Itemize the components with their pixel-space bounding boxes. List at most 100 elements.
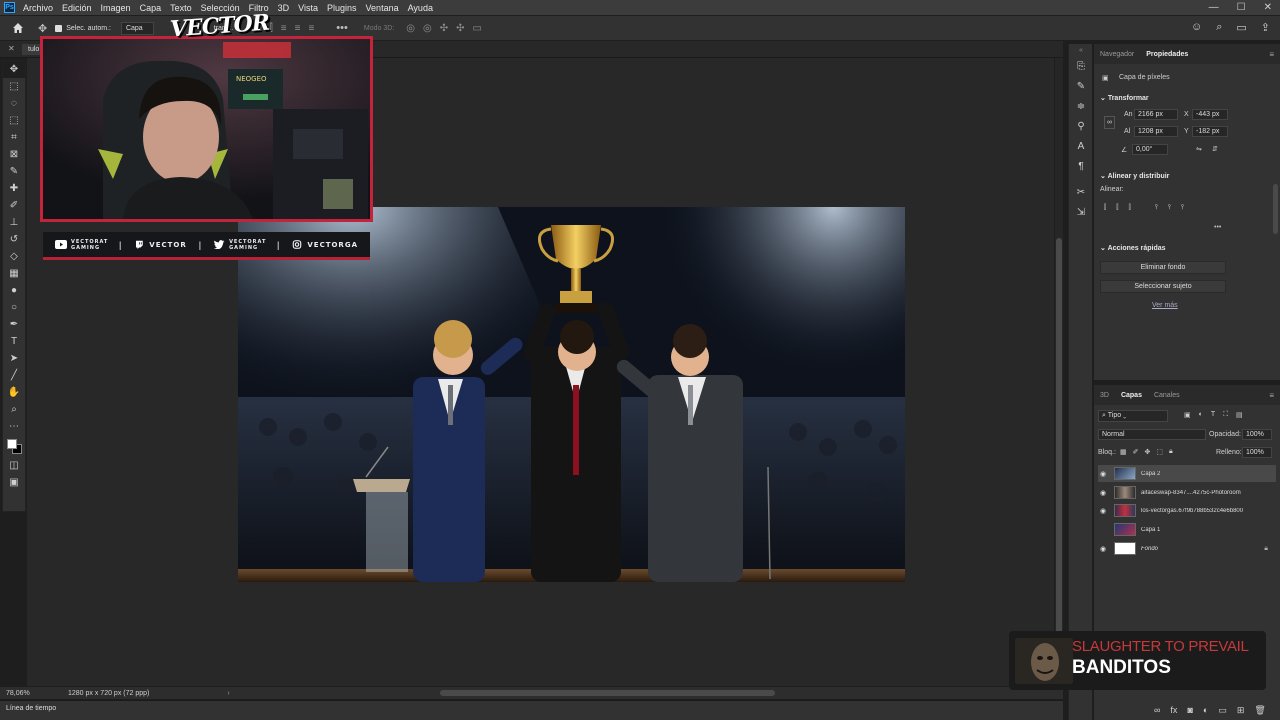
cloud-share-icon[interactable]: ⇪ — [1261, 21, 1270, 34]
tab-navegador[interactable]: Navegador — [1094, 51, 1140, 58]
layers-menu-icon[interactable]: ≡ — [1269, 391, 1274, 400]
remove-background-button[interactable]: Eliminar fondo — [1100, 261, 1226, 274]
blur-tool-icon[interactable]: ● — [3, 282, 25, 299]
tab-propiedades[interactable]: Propiedades — [1140, 51, 1194, 58]
pen-tool-icon[interactable]: ✒ — [3, 316, 25, 333]
tab-3d[interactable]: 3D — [1094, 392, 1115, 399]
layer-style-icon[interactable]: fx — [1170, 705, 1177, 716]
color-swatches[interactable] — [3, 435, 25, 457]
menu-capa[interactable]: Capa — [140, 3, 162, 13]
layer-row-aifaceswap[interactable]: ◉ aifaceswap-8347....4275c-Photoroom — [1098, 484, 1276, 501]
lock-all-icon[interactable]: 🔒︎ — [1169, 448, 1173, 456]
crop-tool-icon[interactable]: ⌗ — [3, 129, 25, 146]
eyedropper-tool-icon[interactable]: ✎ — [3, 163, 25, 180]
layer-filter-dropdown[interactable]: ⌕ Tipo ⌄ — [1098, 410, 1168, 422]
align-top-edges-icon[interactable]: ⫯ — [1155, 204, 1158, 212]
lock-transparent-icon[interactable]: ▦ — [1120, 448, 1127, 456]
frame-tool-icon[interactable]: ⊠ — [3, 146, 25, 163]
canvas-image[interactable] — [238, 207, 905, 582]
type-tool-icon[interactable]: T — [3, 333, 25, 350]
share-icon[interactable]: ☺ — [1191, 21, 1202, 34]
visibility-eye-icon[interactable]: ◉ — [1098, 489, 1108, 497]
horizontal-scrollbar[interactable] — [200, 690, 1040, 696]
angle-field[interactable]: 0,00° — [1132, 144, 1168, 155]
align-left-edges-icon[interactable]: ⫿ — [1104, 204, 1106, 212]
filter-adjustment-icon[interactable]: ◐ — [1199, 411, 1203, 419]
roll-3d-icon[interactable]: ◎ — [423, 23, 432, 34]
flip-vertical-icon[interactable]: ⇵ — [1212, 145, 1218, 153]
more-tools-icon[interactable]: ⋯ — [3, 418, 25, 435]
align-h-centers-icon[interactable]: ⫿ — [1116, 204, 1118, 212]
clone-stamp-icon[interactable]: ⊥ — [3, 214, 25, 231]
scale-3d-icon[interactable]: ▭ — [472, 23, 481, 34]
align-right-icon[interactable]: ⫿ — [270, 23, 273, 34]
menu-vista[interactable]: Vista — [298, 3, 318, 13]
filter-shape-icon[interactable]: ⛶ — [1223, 411, 1228, 419]
export-icon[interactable]: ⇲ — [1069, 202, 1093, 222]
healing-brush-icon[interactable]: ✚ — [3, 180, 25, 197]
align-bottom-edges-icon[interactable]: ⫯ — [1181, 204, 1184, 212]
lock-artboard-icon[interactable]: ⬚ — [1156, 448, 1163, 456]
layer-row-capa-2[interactable]: ◉ Capa 2 — [1098, 465, 1276, 482]
timeline-tab[interactable]: Línea de tiempo — [6, 705, 56, 712]
flip-horizontal-icon[interactable]: ⇋ — [1196, 145, 1202, 153]
layer-row-los-vectorgas[interactable]: ◉ los-vectorgas.67f9b788b532c4e6b800 — [1098, 502, 1276, 519]
zoom-level[interactable]: 78,06% — [6, 690, 46, 697]
x-field[interactable]: -443 px — [1192, 109, 1228, 120]
visibility-eye-icon[interactable]: ◉ — [1098, 526, 1108, 534]
menu-imagen[interactable]: Imagen — [101, 3, 131, 13]
group-icon[interactable]: ▭ — [1218, 705, 1227, 716]
visibility-eye-icon[interactable]: ◉ — [1098, 545, 1108, 553]
lock-image-icon[interactable]: ✐ — [1133, 448, 1139, 456]
lock-position-icon[interactable]: ✥ — [1145, 448, 1151, 456]
foreground-color-swatch[interactable] — [7, 439, 17, 449]
workspace-icon[interactable]: ▭ — [1236, 21, 1246, 34]
more-align-icon[interactable]: ••• — [1214, 224, 1221, 231]
search-icon[interactable]: ⌕ — [1216, 21, 1222, 34]
menu-archivo[interactable]: Archivo — [23, 3, 53, 13]
gradient-tool-icon[interactable]: ▦ — [3, 265, 25, 282]
hand-tool-icon[interactable]: ✋ — [3, 384, 25, 401]
adjustment-layer-icon[interactable]: ◐ — [1203, 705, 1208, 716]
tab-capas[interactable]: Capas — [1115, 392, 1148, 399]
menu-plugins[interactable]: Plugins — [327, 3, 357, 13]
zoom-tool-icon[interactable]: ⌕ — [3, 401, 25, 418]
align-v-centers-icon[interactable]: ⫯ — [1168, 204, 1171, 212]
more-options-icon[interactable]: ••• — [336, 22, 348, 34]
menu-3d[interactable]: 3D — [278, 3, 290, 13]
tool-presets-icon[interactable]: ✂ — [1069, 182, 1093, 202]
opacity-field[interactable]: 100% — [1242, 429, 1272, 440]
quick-mask-icon[interactable]: ◫ — [3, 457, 25, 474]
align-section[interactable]: ⌄ Alinear y distribuir — [1100, 172, 1169, 180]
visibility-eye-icon[interactable]: ◉ — [1098, 470, 1108, 478]
brush-tool-icon[interactable]: ✐ — [3, 197, 25, 214]
height-field[interactable]: 1208 px — [1134, 126, 1178, 137]
minimize-icon[interactable]: — — [1209, 2, 1219, 13]
vertical-scrollbar[interactable] — [1055, 58, 1063, 686]
close-icon[interactable]: ✕ — [1264, 2, 1272, 13]
add-mask-icon[interactable]: ◙ — [1187, 705, 1192, 716]
blend-mode-dropdown[interactable]: Normal — [1098, 429, 1206, 440]
line-tool-icon[interactable]: ╱ — [3, 367, 25, 384]
link-layers-icon[interactable]: ∞ — [1154, 705, 1160, 716]
object-select-tool-icon[interactable]: ⬚ — [3, 112, 25, 129]
align-right-edges-icon[interactable]: ⫿ — [1129, 204, 1131, 212]
menu-ventana[interactable]: Ventana — [366, 3, 399, 13]
menu-ayuda[interactable]: Ayuda — [408, 3, 433, 13]
layer-row-capa-1[interactable]: ◉ Capa 1 — [1098, 521, 1276, 538]
libraries-icon[interactable]: ⚲ — [1069, 116, 1093, 136]
filter-pixel-icon[interactable]: ▣ — [1184, 411, 1191, 419]
new-layer-icon[interactable]: ⊞ — [1237, 705, 1245, 716]
marquee-tool-icon[interactable]: ⬚ — [3, 78, 25, 95]
move-tool-icon[interactable]: ✥ — [3, 61, 25, 78]
visibility-eye-icon[interactable]: ◉ — [1098, 507, 1108, 515]
brush-settings-icon[interactable]: ✎ — [1069, 76, 1093, 96]
filter-smart-icon[interactable]: ▤ — [1236, 411, 1243, 419]
menu-edicion[interactable]: Edición — [62, 3, 92, 13]
quick-actions-section[interactable]: ⌄ Acciones rápidas — [1100, 244, 1166, 252]
transform-section[interactable]: ⌄ Transformar — [1100, 94, 1149, 102]
orbit-3d-icon[interactable]: ◎ — [406, 23, 415, 34]
paragraph-panel-icon[interactable]: ¶ — [1069, 156, 1093, 176]
properties-scrollbar[interactable] — [1273, 184, 1278, 234]
screen-mode-icon[interactable]: ▣ — [3, 474, 25, 491]
